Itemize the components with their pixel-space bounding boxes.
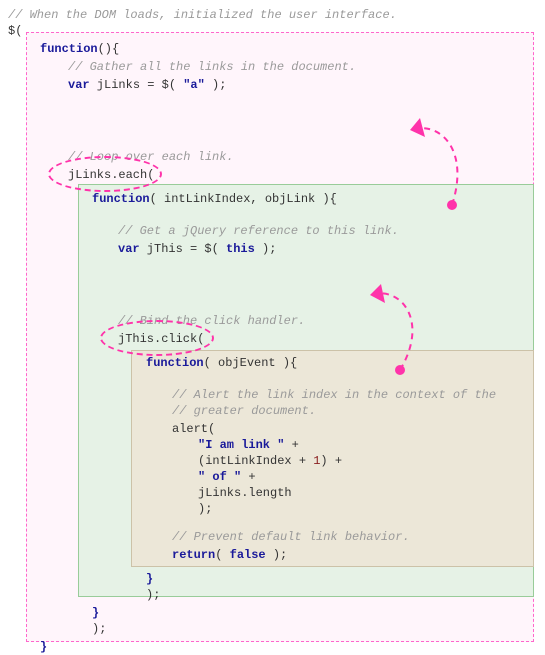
comment-text: // Alert the link index in the context o… xyxy=(172,388,496,402)
brace: } xyxy=(92,606,99,620)
comment-text: // Gather all the links in the document. xyxy=(68,60,356,74)
keyword-function: function xyxy=(40,42,98,56)
code-token: ( xyxy=(215,548,229,562)
code-token: jThis = $( xyxy=(140,242,226,256)
code-line: // Gather all the links in the document. xyxy=(68,58,356,77)
code-token: + xyxy=(241,470,255,484)
code-token: jThis.click( xyxy=(118,332,204,346)
brace: } xyxy=(40,640,47,654)
code-token: jLinks = $( xyxy=(90,78,184,92)
code-token: + xyxy=(284,438,298,452)
code-line: var jLinks = $( "a" ); xyxy=(68,76,226,95)
outer-scope-dot xyxy=(447,200,457,210)
keyword-function: function xyxy=(92,192,150,206)
boolean-literal: false xyxy=(230,548,266,562)
code-token: $( xyxy=(8,24,22,38)
code-token: (intLinkIndex + xyxy=(198,454,313,468)
code-token: ); xyxy=(146,588,160,602)
code-diagram: // When the DOM loads, initialized the u… xyxy=(0,0,545,655)
code-line: // Loop over each link. xyxy=(68,148,234,167)
comment-text: // When the DOM loads, initialized the u… xyxy=(8,8,397,22)
comment-text: // Prevent default link behavior. xyxy=(172,530,410,544)
code-line: // Get a jQuery reference to this link. xyxy=(118,222,399,241)
string-literal: " of " xyxy=(198,470,241,484)
string-literal: "a" xyxy=(183,78,205,92)
code-token: ( intLinkIndex, objLink ){ xyxy=(150,192,337,206)
code-line: function(){ xyxy=(40,40,119,59)
code-token: ); xyxy=(198,502,212,516)
brace: } xyxy=(146,572,153,586)
comment-text: // Loop over each link. xyxy=(68,150,234,164)
code-line: function( intLinkIndex, objLink ){ xyxy=(92,190,337,209)
code-token: (){ xyxy=(98,42,120,56)
keyword-return: return xyxy=(172,548,215,562)
code-line: // Prevent default link behavior. xyxy=(172,528,410,547)
comment-text: // greater document. xyxy=(172,404,316,418)
code-line: ); xyxy=(198,500,212,519)
code-line: jThis.click( xyxy=(118,330,204,349)
code-line: // Bind the click handler. xyxy=(118,312,305,331)
keyword-this: this xyxy=(226,242,255,256)
code-token: ) + xyxy=(320,454,342,468)
code-line: } xyxy=(40,638,47,655)
code-line: jLinks.each( xyxy=(68,166,154,185)
code-line: ); xyxy=(92,620,106,639)
code-line: ); xyxy=(146,586,160,605)
keyword-var: var xyxy=(68,78,90,92)
code-token: ); xyxy=(255,242,277,256)
string-literal: "I am link " xyxy=(198,438,284,452)
code-line: function( objEvent ){ xyxy=(146,354,297,373)
code-line: // When the DOM loads, initialized the u… xyxy=(8,6,397,25)
code-line: var jThis = $( this ); xyxy=(118,240,276,259)
comment-text: // Bind the click handler. xyxy=(118,314,305,328)
comment-text: // Get a jQuery reference to this link. xyxy=(118,224,399,238)
code-token: jLinks.length xyxy=(198,486,292,500)
keyword-function: function xyxy=(146,356,204,370)
keyword-var: var xyxy=(118,242,140,256)
code-token: ( objEvent ){ xyxy=(204,356,298,370)
code-line: $( xyxy=(8,22,22,41)
code-token: alert( xyxy=(172,422,215,436)
mid-scope-dot xyxy=(395,365,405,375)
code-line: // greater document. xyxy=(172,402,316,421)
code-token: jLinks.each( xyxy=(68,168,154,182)
code-token: ); xyxy=(92,622,106,636)
code-line: return( false ); xyxy=(172,546,287,565)
code-token: ); xyxy=(266,548,288,562)
code-token: ); xyxy=(205,78,227,92)
